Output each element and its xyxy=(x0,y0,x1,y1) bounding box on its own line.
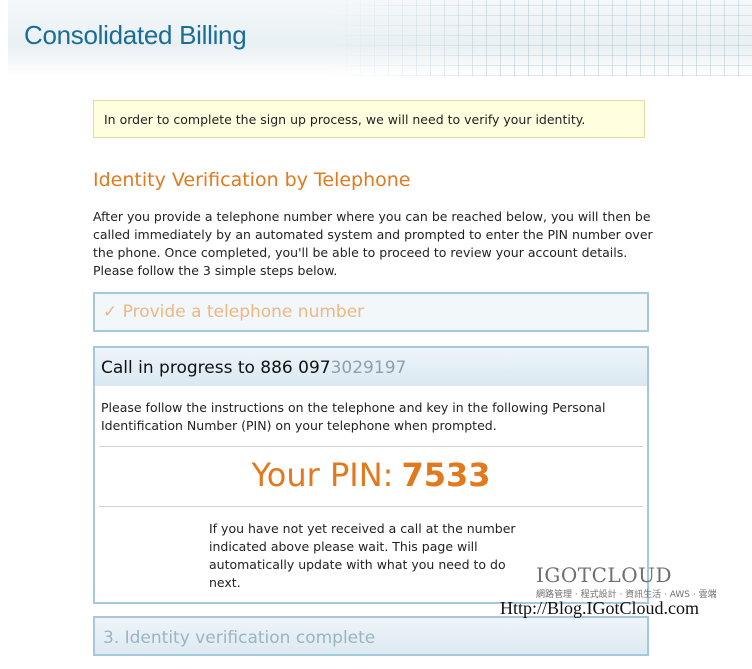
wait-message: If you have not yet received a call at t… xyxy=(209,521,516,590)
step-1-label: Provide a telephone number xyxy=(122,302,365,322)
identity-notice: In order to complete the sign up process… xyxy=(93,100,645,138)
watermark-brand: IGOTCLOUD xyxy=(536,563,672,587)
divider xyxy=(99,446,643,447)
header-grid-decoration xyxy=(332,0,752,76)
pin-display: Your PIN: 7533 xyxy=(95,456,647,494)
intro-text: After you provide a telephone number whe… xyxy=(93,209,653,278)
step-2-heading: Call in progress to 886 0973029197 xyxy=(95,348,647,386)
check-icon: ✓ xyxy=(103,302,118,322)
watermark-url: Http://Blog.IGotCloud.com xyxy=(500,598,700,618)
call-status-text: Call in progress to 886 097 xyxy=(101,358,331,378)
call-instructions: Please follow the instructions on the te… xyxy=(101,400,606,433)
divider xyxy=(99,506,643,507)
pin-code: 7533 xyxy=(401,456,491,494)
page-header: Consolidated Billing xyxy=(8,0,752,76)
watermark: IGOTCLOUD 網路管理 · 程式設計 · 資訊生活 · AWS · 雲端 … xyxy=(500,563,740,623)
pin-label: Your PIN: xyxy=(251,456,394,494)
page-title: Consolidated Billing xyxy=(24,20,247,50)
obscured-phone-digits: 3029197 xyxy=(330,358,407,378)
section-title: Identity Verification by Telephone xyxy=(93,169,411,191)
step-1-completed: ✓ Provide a telephone number xyxy=(93,292,649,332)
